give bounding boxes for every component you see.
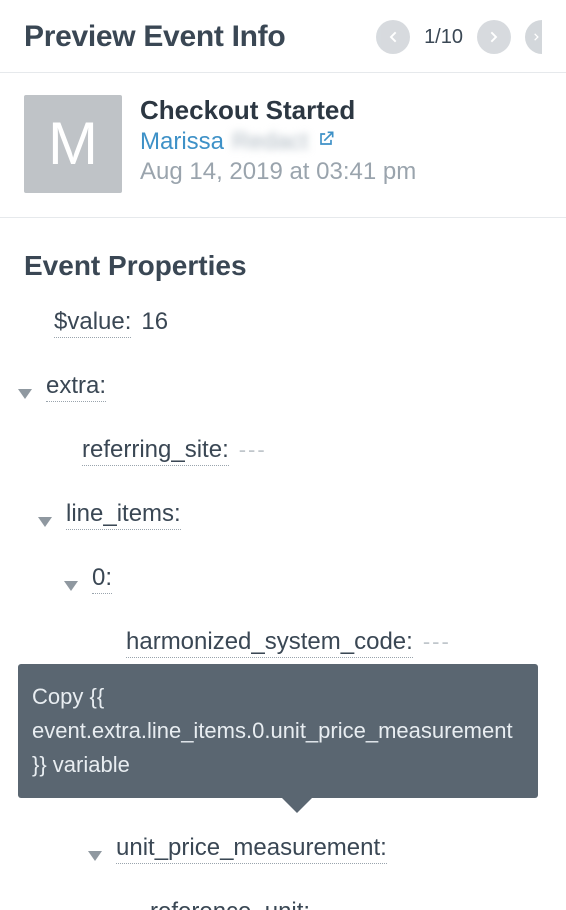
prop-row-reference-unit: reference_unit: --- — [18, 898, 548, 910]
prop-empty: --- — [320, 899, 348, 910]
prop-empty: --- — [423, 629, 451, 655]
open-external-icon — [316, 128, 336, 156]
caret-toggle[interactable] — [38, 517, 52, 527]
pager-last-button[interactable] — [525, 20, 542, 54]
chevron-right-icon — [531, 29, 542, 45]
prop-key[interactable]: 0: — [92, 564, 112, 594]
pager-prev-button[interactable] — [376, 20, 410, 54]
prop-key[interactable]: line_items: — [66, 500, 181, 530]
prop-key[interactable]: $value: — [54, 308, 131, 338]
tooltip-arrow — [281, 797, 313, 813]
caret-toggle[interactable] — [18, 389, 32, 399]
prop-key[interactable]: extra: — [46, 372, 106, 402]
event-timestamp: Aug 14, 2019 at 03:41 pm — [140, 158, 542, 186]
prop-row-unit-price-measurement: unit_price_measurement: — [18, 834, 548, 864]
section-title-properties: Event Properties — [18, 250, 548, 282]
prop-row-value: $value: 16 — [18, 308, 548, 338]
tooltip-text: Copy {{ event.extra.line_items.0.unit_pr… — [32, 684, 513, 777]
prop-key[interactable]: harmonized_system_code: — [126, 628, 413, 658]
caret-toggle[interactable] — [88, 851, 102, 861]
user-link[interactable]: Marissa Redact — [140, 128, 542, 156]
prop-empty: --- — [239, 437, 267, 463]
caret-toggle[interactable] — [64, 581, 78, 591]
event-summary: M Checkout Started Marissa Redact Aug 14… — [0, 73, 566, 218]
prop-value: 16 — [141, 308, 168, 336]
prop-row-harmonized-system-code: harmonized_system_code: --- — [18, 628, 548, 658]
pager: 1/10 — [376, 20, 542, 54]
copy-variable-tooltip[interactable]: Copy {{ event.extra.line_items.0.unit_pr… — [18, 664, 538, 798]
prop-row-index-0: 0: — [18, 564, 548, 594]
avatar: M — [24, 95, 122, 193]
prop-row-line-items: line_items: — [18, 500, 548, 530]
prop-key[interactable]: unit_price_measurement: — [116, 834, 387, 864]
user-first-name: Marissa — [140, 128, 224, 156]
prop-key[interactable]: reference_unit: — [150, 898, 310, 910]
chevron-left-icon — [385, 29, 401, 45]
pager-position-label: 1/10 — [424, 26, 463, 49]
chevron-right-icon — [486, 29, 502, 45]
prop-row-extra: extra: — [18, 372, 548, 402]
prop-key[interactable]: referring_site: — [82, 436, 229, 466]
prop-row-referring-site: referring_site: --- — [18, 436, 548, 466]
event-name: Checkout Started — [140, 95, 542, 126]
pager-next-button[interactable] — [477, 20, 511, 54]
page-title: Preview Event Info — [24, 20, 285, 54]
user-last-name: Redact — [232, 128, 308, 156]
